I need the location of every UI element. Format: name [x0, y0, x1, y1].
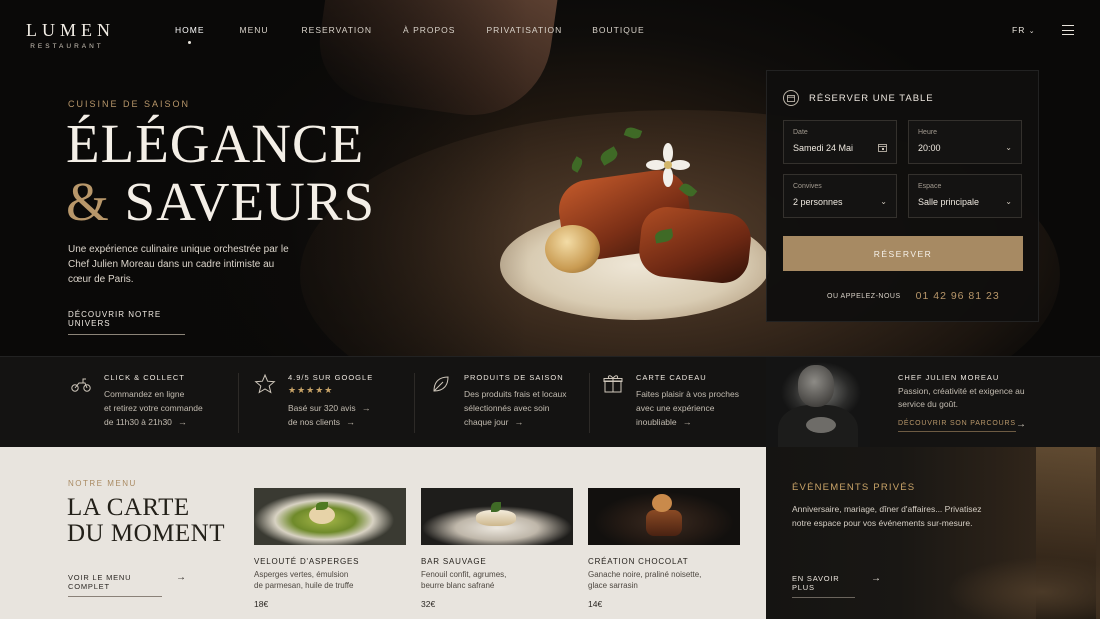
calendar-icon [878, 143, 887, 154]
feature-title: PRODUITS DE SAISON [464, 373, 564, 382]
menu-kicker: NOTRE MENU [68, 479, 137, 488]
events-background-glow [946, 557, 1100, 619]
time-value: 20:00 [918, 143, 941, 153]
hero-title-line1: ÉLÉGANCE [66, 113, 365, 174]
feature-title: CLICK & COLLECT [104, 373, 185, 382]
menu-title: LA CARTE DU MOMENT [67, 494, 225, 547]
arrow-right-icon: → [345, 417, 355, 427]
logo-name: LUMEN [26, 20, 115, 40]
main-nav: HOME MENU RESERVATION À PROPOS PRIVATISA… [175, 25, 645, 44]
arrow-right-icon[interactable]: → [1016, 419, 1026, 430]
feature-desc: Des produits frais et locaux sélectionné… [464, 389, 567, 427]
menu-section: NOTRE MENU LA CARTE DU MOMENT VOIR LE ME… [0, 447, 766, 619]
chevron-down-icon: ⌄ [880, 197, 887, 206]
reserve-button[interactable]: RÉSERVER [783, 236, 1023, 271]
reservation-panel: RÉSERVER UNE TABLE Date Samedi 24 Mai He… [766, 70, 1039, 322]
dish-name: VELOUTÉ D'ASPERGES [254, 557, 360, 566]
guests-select[interactable]: Convives 2 personnes ⌄ [783, 174, 897, 218]
language-label: FR [1012, 25, 1026, 35]
feature-title: 4.9/5 SUR GOOGLE [288, 373, 374, 382]
chef-desc: Passion, créativité et exigence au servi… [898, 386, 1025, 409]
discover-link[interactable]: DÉCOUVRIR NOTRE UNIVERS [68, 310, 185, 335]
scooter-icon [71, 378, 91, 392]
dish-card[interactable]: VELOUTÉ D'ASPERGES Asperges vertes, émul… [254, 488, 406, 609]
reservation-title: RÉSERVER UNE TABLE [809, 92, 934, 104]
chef-title: CHEF JULIEN MOREAU [898, 373, 1000, 382]
events-section: ÉVÉNEMENTS PRIVÉS Anniversaire, mariage,… [766, 447, 1100, 619]
dish-name: BAR SAUVAGE [421, 557, 487, 566]
arrow-right-icon: → [361, 403, 371, 413]
events-desc: Anniversaire, mariage, dîner d'affaires.… [792, 504, 982, 528]
date-value: Samedi 24 Mai [793, 143, 854, 153]
logo[interactable]: LUMEN RESTAURANT [26, 20, 115, 50]
chevron-down-icon: ⌄ [1005, 197, 1012, 206]
reservation-header: RÉSERVER UNE TABLE [783, 90, 934, 106]
chef-link[interactable]: DÉCOUVRIR SON PARCOURS [898, 420, 1016, 432]
chef-block: CHEF JULIEN MOREAU Passion, créativité e… [766, 356, 1100, 448]
events-link[interactable]: EN SAVOIR PLUS [792, 574, 855, 598]
gift-icon [603, 375, 623, 393]
space-label: Espace [918, 183, 942, 190]
chevron-down-icon: ⌄ [1028, 28, 1036, 35]
arrow-right-icon[interactable]: → [176, 572, 186, 583]
space-value: Salle principale [918, 197, 980, 207]
hero-title-line2: & SAVEURS [66, 172, 375, 232]
nav-item-reservation[interactable]: RESERVATION [302, 25, 373, 35]
dish-desc: Ganache noire, praliné noisette, glace s… [588, 570, 702, 590]
dish-image [421, 488, 573, 545]
guests-label: Convives [793, 183, 822, 190]
features-strip: CLICK & COLLECT Commandez en ligne et re… [0, 356, 766, 447]
dish-name: CRÉATION CHOCOLAT [588, 557, 689, 566]
call-us: OU APPELEZ-NOUS 01 42 96 81 23 [827, 290, 1000, 302]
logo-tagline: RESTAURANT [30, 43, 104, 50]
arrow-right-icon[interactable]: → [871, 573, 881, 584]
rating-stars: ★★★★★ [288, 385, 334, 395]
hamburger-menu-icon[interactable] [1062, 25, 1074, 35]
dish-image [254, 488, 406, 545]
guests-value: 2 personnes [793, 197, 843, 207]
star-icon [254, 373, 276, 394]
nav-item-privatisation[interactable]: PRIVATISATION [486, 25, 562, 35]
dish-card[interactable]: BAR SAUVAGE Fenouil confit, agrumes, beu… [421, 488, 573, 609]
arrow-right-icon: → [514, 417, 524, 427]
hero-lead: Une expérience culinaire unique orchestr… [68, 244, 289, 285]
dish-price: 18€ [254, 599, 269, 609]
calendar-icon [783, 90, 799, 106]
feature-desc: Commandez en ligne et retirez votre comm… [104, 389, 203, 427]
space-select[interactable]: Espace Salle principale ⌄ [908, 174, 1022, 218]
divider [414, 373, 415, 433]
leaf-icon [433, 376, 449, 392]
divider [238, 373, 239, 433]
date-field[interactable]: Date Samedi 24 Mai [783, 120, 897, 164]
feature-desc: Faites plaisir à vos proches avec une ex… [636, 389, 739, 427]
call-label: OU APPELEZ-NOUS [827, 292, 901, 300]
arrow-right-icon: → [682, 417, 692, 427]
date-label: Date [793, 129, 808, 136]
language-selector[interactable]: FR ⌄ [1012, 25, 1036, 35]
events-title: ÉVÉNEMENTS PRIVÉS [792, 482, 916, 493]
hero-title-ampersand: & [66, 171, 110, 232]
chevron-down-icon: ⌄ [1005, 143, 1012, 152]
dish-image [588, 488, 740, 545]
dish-desc: Fenouil confit, agrumes, beurre blanc sa… [421, 570, 507, 590]
feature-title: CARTE CADEAU [636, 373, 707, 382]
dish-price: 32€ [421, 599, 436, 609]
arrow-right-icon: → [177, 417, 187, 427]
feature-desc: Basé sur 320 avis → de nos clients → [288, 403, 371, 427]
time-select[interactable]: Heure 20:00 ⌄ [908, 120, 1022, 164]
nav-item-home[interactable]: HOME [175, 25, 205, 44]
chef-photo [766, 357, 870, 448]
nav-item-menu[interactable]: MENU [240, 25, 269, 35]
dish-price: 14€ [588, 599, 603, 609]
divider [589, 373, 590, 433]
hero-title-word: SAVEURS [124, 171, 376, 232]
hero-kicker: CUISINE DE SAISON [68, 99, 191, 109]
time-label: Heure [918, 129, 938, 136]
phone-number[interactable]: 01 42 96 81 23 [916, 290, 1000, 302]
nav-item-boutique[interactable]: BOUTIQUE [592, 25, 644, 35]
dish-card[interactable]: CRÉATION CHOCOLAT Ganache noire, praliné… [588, 488, 740, 609]
nav-item-a-propos[interactable]: À PROPOS [403, 25, 455, 35]
dish-desc: Asperges vertes, émulsion de parmesan, h… [254, 570, 354, 590]
full-menu-link[interactable]: VOIR LE MENU COMPLET [68, 573, 162, 597]
